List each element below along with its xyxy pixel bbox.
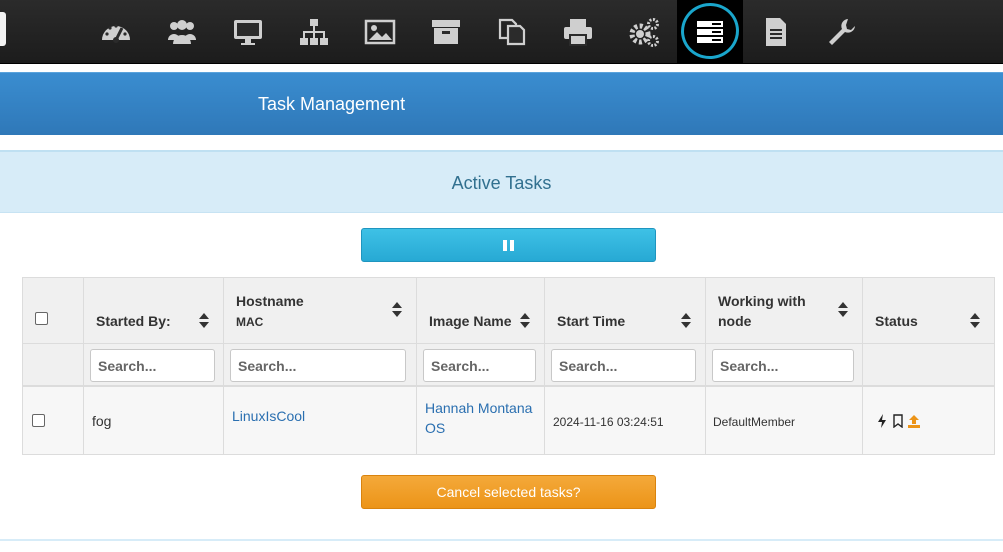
sort-icon[interactable] [199,313,209,329]
column-started-by[interactable]: Started By: [96,313,171,329]
cell-node: DefaultMember [713,415,796,429]
printer-icon[interactable] [545,0,611,64]
select-all-checkbox[interactable] [35,312,48,325]
bolt-icon [878,414,886,428]
cell-hostname-link[interactable]: LinuxIsCool [232,408,305,424]
panel-header: Active Tasks [0,150,1003,213]
sort-icon[interactable] [681,313,691,329]
status-icons [876,414,920,428]
cell-started-by: fog [92,413,112,429]
tasks-icon[interactable] [677,0,743,64]
bookmark-icon [893,414,903,428]
pause-icon [503,239,507,251]
table-header [23,278,994,344]
sort-icon[interactable] [392,302,402,318]
panel-footer-divider [0,539,1003,541]
row-checkbox[interactable] [32,414,45,427]
search-start-time[interactable] [551,349,696,382]
image-icon[interactable] [347,0,413,64]
sort-icon[interactable] [970,313,980,329]
search-hostname[interactable] [230,349,406,382]
sort-icon[interactable] [520,313,530,329]
search-image-name[interactable] [423,349,536,382]
sort-icon[interactable] [838,302,848,318]
column-status[interactable]: Status [875,313,918,329]
column-hostname[interactable]: Hostname [236,293,304,309]
search-node[interactable] [712,349,854,382]
highlight-circle [677,0,743,63]
wrench-icon[interactable] [809,0,875,64]
nav-edge-handle [0,12,6,46]
column-start-time[interactable]: Start Time [557,313,625,329]
sitemap-icon[interactable] [281,0,347,64]
search-started-by[interactable] [90,349,215,382]
top-navigation [0,0,1003,64]
upload-icon [908,415,920,428]
gears-icon[interactable] [611,0,677,64]
column-image-name[interactable]: Image Name [429,313,511,329]
cell-image-name-link[interactable]: Hannah Montana OS [425,398,532,438]
cancel-selected-tasks-button[interactable]: Cancel selected tasks? [361,475,656,509]
pause-button[interactable] [361,228,656,262]
page-header: Task Management [0,72,1003,135]
dashboard-icon[interactable] [83,0,149,64]
panel-title: Active Tasks [451,173,552,193]
monitor-icon[interactable] [215,0,281,64]
archive-icon[interactable] [413,0,479,64]
cell-start-time: 2024-11-16 03:24:51 [553,415,664,429]
column-mac: MAC [236,315,264,329]
copy-icon[interactable] [479,0,545,64]
column-working-with[interactable]: Working with [718,293,806,309]
column-working-with-node: node [718,313,752,329]
users-icon[interactable] [149,0,215,64]
page-title: Task Management [258,94,406,114]
document-icon[interactable] [743,0,809,64]
tasks-table: Started By: Hostname MAC Image Name Star… [22,277,995,455]
